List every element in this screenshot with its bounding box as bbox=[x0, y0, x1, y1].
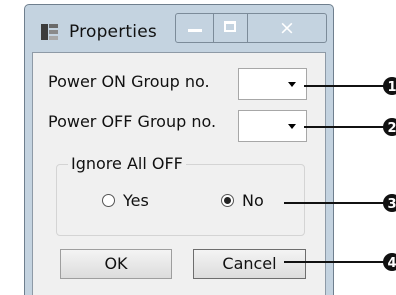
callout-3-number: 3 bbox=[387, 197, 396, 212]
callout-1: 1 bbox=[304, 77, 396, 95]
callout-2-number: 2 bbox=[387, 121, 396, 136]
callout-3: 3 bbox=[284, 194, 396, 212]
callout-4: 4 bbox=[284, 253, 396, 271]
manual-figure: Properties × Power ON Group no. Power OF… bbox=[0, 0, 396, 295]
callout-1-number: 1 bbox=[387, 80, 396, 95]
callout-2: 2 bbox=[304, 118, 396, 136]
callout-layer: 1 2 3 4 bbox=[284, 77, 396, 271]
callout-4-number: 4 bbox=[387, 256, 396, 271]
